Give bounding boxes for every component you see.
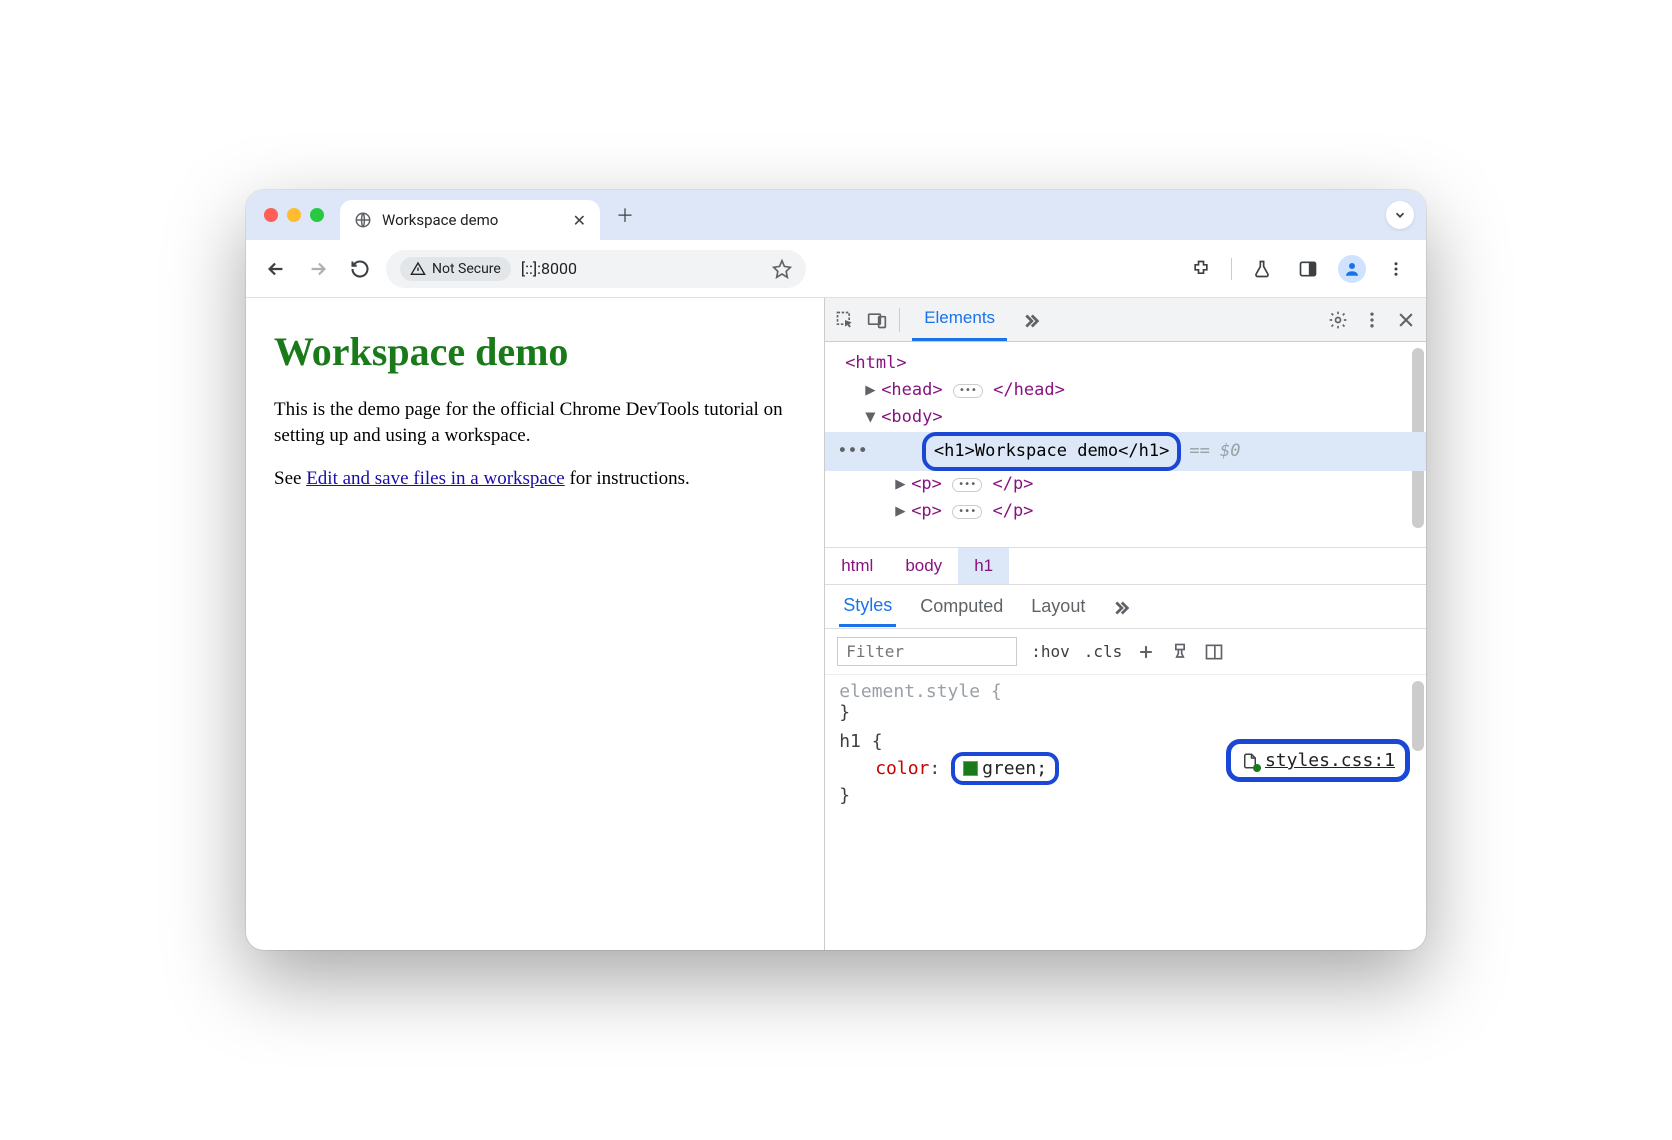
tab-title: Workspace demo: [382, 211, 498, 229]
crumb-body[interactable]: body: [889, 548, 958, 584]
dom-breadcrumb: html body h1: [825, 547, 1426, 585]
tab-computed[interactable]: Computed: [916, 588, 1007, 625]
window-controls: [258, 208, 332, 222]
node-p2-close: </p>: [992, 501, 1033, 521]
selected-node-row[interactable]: ••• <h1>Workspace demo</h1> == $0: [825, 432, 1426, 471]
warning-icon: [410, 261, 426, 277]
rendered-page: Workspace demo This is the demo page for…: [246, 298, 824, 950]
node-head-close: </head>: [993, 380, 1065, 400]
more-styles-tabs-icon[interactable]: [1109, 597, 1129, 617]
maximize-window-button[interactable]: [310, 208, 324, 222]
highlighted-h1-node: <h1>Workspace demo</h1>: [922, 432, 1181, 471]
paint-brush-icon[interactable]: [1170, 642, 1190, 662]
close-devtools-icon[interactable]: [1396, 310, 1416, 330]
new-tab-button[interactable]: ＋: [608, 194, 642, 236]
toolbar-actions: [1185, 253, 1412, 285]
address-bar[interactable]: Not Secure [::]:8000: [386, 250, 806, 288]
node-head-open[interactable]: <head>: [881, 380, 942, 400]
close-brace: }: [839, 785, 850, 806]
content-area: Workspace demo This is the demo page for…: [246, 298, 1426, 950]
highlighted-source-link: styles.css:1: [1226, 739, 1410, 782]
node-p1-open[interactable]: <p>: [911, 474, 942, 494]
scrollbar[interactable]: [1412, 681, 1424, 751]
para2-post: for instructions.: [565, 468, 690, 489]
element-style-rule[interactable]: element.style { }: [839, 681, 1412, 723]
devtools-panel: Elements: [824, 298, 1426, 950]
browser-tab[interactable]: Workspace demo ✕: [340, 200, 600, 240]
device-toggle-icon[interactable]: [867, 310, 887, 330]
tab-strip: Workspace demo ✕ ＋: [246, 190, 1426, 240]
tab-styles[interactable]: Styles: [839, 587, 896, 627]
page-paragraph-2: See Edit and save files in a workspace f…: [274, 466, 796, 492]
para2-pre: See: [274, 468, 306, 489]
reload-button[interactable]: [344, 253, 376, 285]
crumb-h1[interactable]: h1: [958, 548, 1009, 584]
divider: [1231, 258, 1232, 280]
back-button[interactable]: [260, 253, 292, 285]
row-actions-icon[interactable]: •••: [829, 438, 876, 465]
cls-toggle[interactable]: .cls: [1084, 642, 1123, 661]
source-filename: styles.css:1: [1265, 750, 1395, 771]
highlighted-color-value: green;: [951, 752, 1059, 785]
security-label: Not Secure: [432, 261, 501, 277]
workspace-link[interactable]: Edit and save files in a workspace: [306, 468, 565, 489]
styles-filter-input[interactable]: [837, 637, 1017, 666]
ellipsis-icon[interactable]: •••: [952, 478, 982, 492]
settings-gear-icon[interactable]: [1328, 310, 1348, 330]
styles-filter-row: :hov .cls: [825, 629, 1426, 675]
node-p1-close: </p>: [992, 474, 1033, 494]
labs-icon[interactable]: [1246, 253, 1278, 285]
devtools-tabbar: Elements: [825, 298, 1426, 342]
source-link[interactable]: styles.css:1: [1226, 739, 1410, 782]
security-chip[interactable]: Not Secure: [400, 257, 511, 281]
node-body[interactable]: <body>: [881, 407, 942, 427]
node-p2-open[interactable]: <p>: [911, 501, 942, 521]
hov-toggle[interactable]: :hov: [1031, 642, 1070, 661]
file-icon: [1241, 752, 1259, 770]
selection-marker: == $0: [1181, 438, 1240, 465]
browser-window: Workspace demo ✕ ＋ Not Secure [::]:8000: [246, 190, 1426, 950]
element-style-selector: element.style {: [839, 681, 1002, 702]
minimize-window-button[interactable]: [287, 208, 301, 222]
h1-selector: h1 {: [839, 731, 882, 752]
close-brace: }: [839, 702, 850, 723]
bookmark-star-icon[interactable]: [772, 259, 792, 279]
css-val-green[interactable]: green;: [982, 758, 1047, 779]
tab-layout[interactable]: Layout: [1027, 588, 1089, 625]
close-window-button[interactable]: [264, 208, 278, 222]
color-swatch-icon[interactable]: [963, 761, 978, 776]
side-panel-icon[interactable]: [1292, 253, 1324, 285]
css-rules-pane[interactable]: element.style { } h1 { color: green; }: [825, 675, 1426, 950]
dom-tree[interactable]: <html> ▶<head> ••• </head> ▼<body> ••• <…: [825, 342, 1426, 547]
close-tab-icon[interactable]: ✕: [573, 211, 586, 230]
profile-avatar[interactable]: [1338, 255, 1366, 283]
inspect-icon[interactable]: [835, 310, 855, 330]
menu-icon[interactable]: [1380, 253, 1412, 285]
css-prop-color[interactable]: color: [875, 758, 929, 779]
tab-elements[interactable]: Elements: [912, 298, 1007, 341]
forward-button[interactable]: [302, 253, 334, 285]
ellipsis-icon[interactable]: •••: [952, 505, 982, 519]
computed-toggle-icon[interactable]: [1204, 642, 1224, 662]
styles-tabbar: Styles Computed Layout: [825, 585, 1426, 629]
new-style-rule-icon[interactable]: [1136, 642, 1156, 662]
crumb-html[interactable]: html: [825, 548, 889, 584]
extensions-icon[interactable]: [1185, 253, 1217, 285]
browser-toolbar: Not Secure [::]:8000: [246, 240, 1426, 298]
globe-icon: [354, 211, 372, 229]
more-tabs-icon[interactable]: [1019, 310, 1041, 330]
ellipsis-icon[interactable]: •••: [953, 384, 983, 398]
kebab-menu-icon[interactable]: [1362, 310, 1382, 330]
page-heading: Workspace demo: [274, 328, 796, 375]
node-html[interactable]: <html>: [845, 353, 906, 373]
tab-search-button[interactable]: [1386, 201, 1414, 229]
url-text: [::]:8000: [521, 259, 577, 278]
page-paragraph-1: This is the demo page for the official C…: [274, 397, 796, 448]
